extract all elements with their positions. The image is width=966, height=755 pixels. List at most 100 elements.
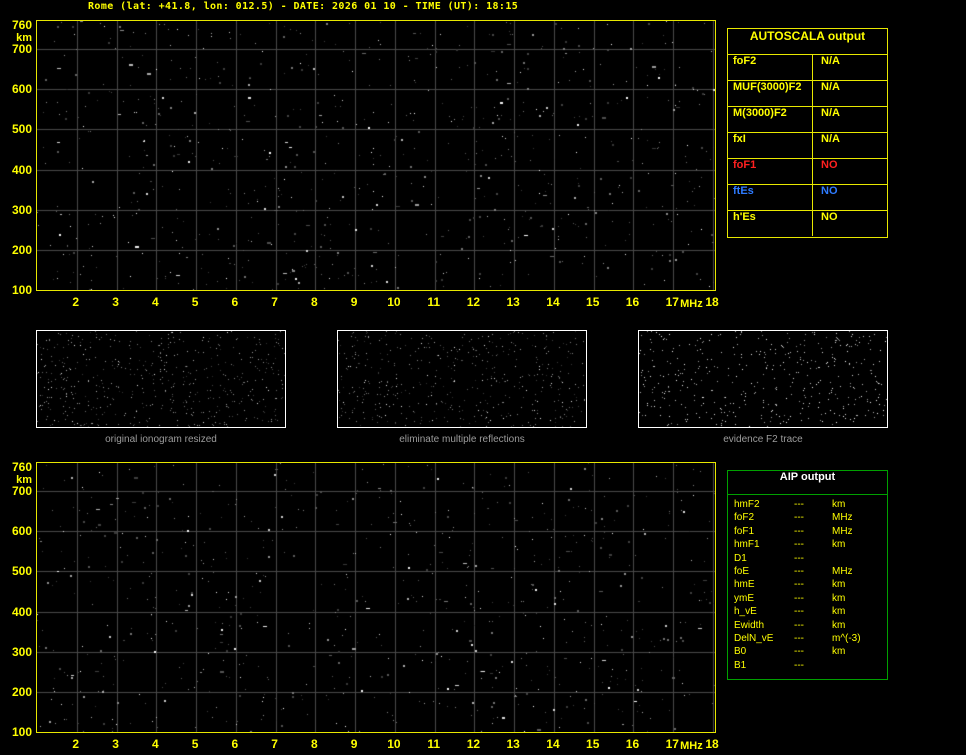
aip-param-unit: km bbox=[832, 499, 846, 510]
autoscala-row: h'Es NO bbox=[728, 210, 887, 236]
aip-param-unit: MHz bbox=[832, 565, 853, 577]
x-tick-label: 12 bbox=[466, 295, 481, 309]
x-tick-label: 3 bbox=[112, 295, 119, 309]
aip-row: hmE --- km bbox=[728, 579, 887, 592]
x-tick-label: 16 bbox=[625, 295, 640, 309]
aip-param-label: B0 bbox=[734, 646, 747, 658]
aip-param-unit: km bbox=[832, 579, 846, 591]
x-tick-label: 9 bbox=[350, 295, 358, 309]
y-tick-label: 400 bbox=[11, 162, 32, 177]
aip-param-value: --- bbox=[794, 552, 804, 564]
aip-param-value: --- bbox=[794, 646, 804, 658]
y-tick-label: 400 bbox=[11, 604, 32, 619]
y-axis-unit-label: km bbox=[16, 474, 32, 486]
aip-param-label: hmF1 bbox=[734, 539, 760, 551]
thumbnail-label-eliminate: eliminate multiple reflections bbox=[399, 434, 525, 445]
x-tick-label: 18 bbox=[705, 737, 719, 751]
aip-row: foF1 --- MHz bbox=[728, 526, 887, 539]
x-tick-label: 16 bbox=[625, 737, 640, 751]
x-tick-label: 14 bbox=[546, 737, 560, 751]
autoscala-param-value: NO bbox=[812, 159, 887, 184]
aip-row: ymE --- km bbox=[728, 593, 887, 606]
aip-param-value: --- bbox=[794, 579, 804, 591]
y-tick-label: 760 bbox=[11, 460, 32, 474]
x-tick-label: 12 bbox=[466, 737, 481, 751]
x-tick-label: 13 bbox=[506, 295, 520, 309]
autoscala-row: fxI N/A bbox=[728, 132, 887, 158]
ionogram-canvas-top bbox=[37, 21, 715, 290]
x-tick-label: 7 bbox=[271, 295, 278, 309]
x-tick-label: 9 bbox=[350, 737, 358, 751]
y-tick-label: 200 bbox=[11, 684, 32, 699]
x-tick-label: 10 bbox=[387, 737, 401, 751]
aip-param-label: foF1 bbox=[734, 525, 755, 537]
y-tick-label: 500 bbox=[11, 122, 32, 137]
y-tick-label: 300 bbox=[11, 202, 32, 217]
x-tick-label: 14 bbox=[546, 295, 560, 309]
aip-param-value: --- bbox=[794, 525, 804, 537]
y-axis-unit-label: km bbox=[16, 32, 32, 44]
x-tick-label: 2 bbox=[72, 737, 80, 751]
aip-table-rows: hmF2 --- km foF2 --- MHz foF1 --- MHz hmF1 --- km D1… bbox=[728, 495, 887, 673]
x-tick-label: 11 bbox=[427, 295, 440, 309]
x-tick-label: 18 bbox=[705, 295, 719, 309]
autoscala-row: ftEs NO bbox=[728, 184, 887, 210]
aip-param-unit bbox=[832, 660, 887, 673]
aip-param-label: ymE bbox=[734, 592, 754, 604]
y-tick-label: 600 bbox=[11, 524, 32, 539]
thumbnail-label-evidence: evidence F2 trace bbox=[723, 434, 803, 445]
aip-param-label: h_vE bbox=[734, 606, 757, 618]
autoscala-param-label: M(3000)F2 bbox=[733, 107, 787, 119]
autoscala-table-rows: foF2 N/A MUF(3000)F2 N/A M(3000)F2 N/A fxI N/A f… bbox=[728, 54, 887, 236]
autoscala-param-label: foF1 bbox=[733, 159, 757, 171]
thumbnail-evidence-f2 bbox=[638, 330, 888, 428]
autoscala-param-value: N/A bbox=[812, 107, 887, 132]
aip-param-value: --- bbox=[794, 619, 804, 631]
aip-param-unit: MHz bbox=[832, 525, 853, 537]
x-tick-label: 13 bbox=[506, 737, 520, 751]
aip-param-value: --- bbox=[794, 539, 804, 551]
thumbnail-canvas-evidence bbox=[639, 331, 887, 427]
autoscala-param-value: N/A bbox=[812, 55, 887, 80]
aip-param-unit: km bbox=[832, 539, 846, 551]
aip-param-label: B1 bbox=[734, 659, 747, 671]
aip-param-label: DelN_vE bbox=[734, 632, 774, 644]
y-tick-label: 100 bbox=[11, 282, 32, 297]
x-tick-label: 11 bbox=[427, 737, 440, 751]
aip-param-unit: MHz bbox=[832, 512, 853, 524]
ionogram-plot-top bbox=[36, 20, 716, 291]
aip-param-label: hmF2 bbox=[734, 499, 760, 510]
autoscala-row: foF2 N/A bbox=[728, 54, 887, 80]
ionogram-canvas-bottom bbox=[37, 463, 715, 732]
thumbnail-eliminate-reflections bbox=[337, 330, 587, 428]
aip-param-unit bbox=[832, 553, 887, 566]
aip-row: foF2 --- MHz bbox=[728, 512, 887, 525]
aip-param-unit: km bbox=[832, 592, 846, 604]
x-axis-unit-label: MHz bbox=[680, 740, 703, 752]
autoscala-param-label: ftEs bbox=[733, 185, 754, 197]
page-title: Rome (lat: +41.8, lon: 012.5) - DATE: 20… bbox=[88, 1, 519, 12]
autoscala-param-value: N/A bbox=[812, 81, 887, 106]
aip-param-label: hmE bbox=[734, 579, 755, 591]
y-tick-label: 100 bbox=[11, 724, 32, 739]
aip-param-unit: km bbox=[832, 619, 846, 631]
autoscala-param-value: NO bbox=[812, 211, 887, 236]
autoscala-row: MUF(3000)F2 N/A bbox=[728, 80, 887, 106]
thumbnail-original-ionogram bbox=[36, 330, 286, 428]
y-tick-label: 300 bbox=[11, 644, 32, 659]
x-tick-label: 4 bbox=[151, 295, 159, 309]
x-tick-label: 8 bbox=[311, 737, 318, 751]
autoscala-output-table: AUTOSCALA output foF2 N/A MUF(3000)F2 N/A M(… bbox=[727, 28, 888, 238]
aip-table-header: AIP output bbox=[728, 471, 887, 495]
x-tick-label: 5 bbox=[191, 295, 199, 309]
autoscala-row: M(3000)F2 N/A bbox=[728, 106, 887, 132]
autoscala-param-value: NO bbox=[812, 185, 887, 210]
thumbnail-canvas-original bbox=[37, 331, 285, 427]
y-tick-label: 500 bbox=[11, 564, 32, 579]
y-tick-label: 700 bbox=[11, 484, 32, 499]
aip-param-label: D1 bbox=[734, 552, 747, 564]
y-tick-label: 600 bbox=[11, 82, 32, 97]
autoscala-param-label: foF2 bbox=[733, 55, 757, 67]
thumbnail-canvas-eliminate bbox=[338, 331, 586, 427]
aip-output-table: AIP output hmF2 --- km foF2 --- MHz foF1 --- MHz… bbox=[727, 470, 888, 680]
